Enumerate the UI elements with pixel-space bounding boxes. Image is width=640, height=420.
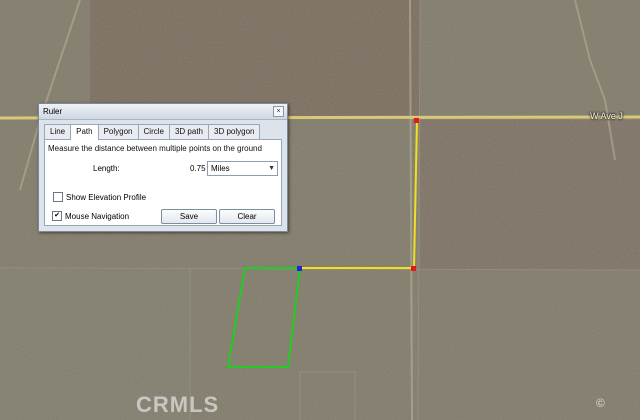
tab-3d-polygon[interactable]: 3D polygon: [208, 124, 261, 139]
mouse-navigation-label: Mouse Navigation: [65, 212, 130, 221]
length-value: 0.75: [190, 164, 206, 173]
path-point-corner: [411, 266, 416, 271]
ruler-dialog: Ruler × Line Path Polygon Circle 3D path…: [38, 103, 288, 232]
chevron-down-icon: ▼: [268, 165, 275, 172]
clear-button[interactable]: Clear: [219, 209, 275, 224]
ruler-titlebar[interactable]: Ruler ×: [39, 104, 287, 120]
mouse-navigation-checkbox[interactable]: ✔: [52, 211, 62, 221]
path-point-start: [414, 118, 419, 123]
close-icon[interactable]: ×: [273, 106, 284, 117]
tab-3d-path[interactable]: 3D path: [168, 124, 209, 139]
watermark: CRMLS: [136, 392, 220, 417]
length-label: Length:: [93, 164, 120, 173]
tab-polygon[interactable]: Polygon: [97, 124, 139, 139]
corner-logo-icon: ©: [596, 396, 605, 410]
unit-select-value: Miles: [211, 164, 230, 173]
road-label: W Ave J: [590, 111, 623, 121]
save-button[interactable]: Save: [161, 209, 217, 224]
ruler-title: Ruler: [43, 107, 63, 116]
unit-select[interactable]: Miles ▼: [207, 161, 278, 176]
tab-circle[interactable]: Circle: [137, 124, 170, 139]
tab-line[interactable]: Line: [44, 124, 72, 139]
path-point-end: [297, 266, 302, 271]
show-elevation-checkbox[interactable]: [53, 192, 63, 202]
path-description: Measure the distance between multiple po…: [48, 144, 262, 153]
show-elevation-label: Show Elevation Profile: [66, 193, 147, 202]
ruler-tabs: Line Path Polygon Circle 3D path 3D poly…: [44, 124, 261, 140]
tab-path[interactable]: Path: [70, 124, 99, 140]
